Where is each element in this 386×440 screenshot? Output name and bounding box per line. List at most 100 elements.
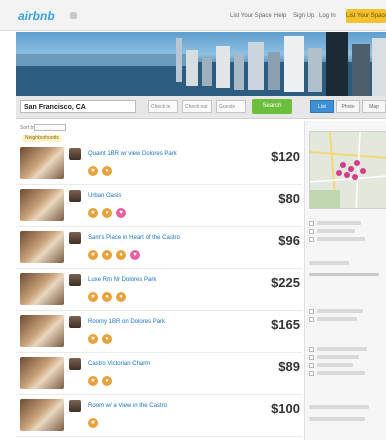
listing-price: $100	[271, 401, 300, 416]
host-avatar[interactable]	[69, 148, 81, 160]
listing-photo[interactable]	[20, 315, 64, 347]
filter-option	[317, 363, 353, 367]
results-map[interactable]	[309, 131, 386, 209]
listing-title[interactable]: Roomy 1BR on Dolores Park	[88, 318, 165, 326]
star-badge-icon: ★	[88, 418, 98, 428]
map-pin-icon[interactable]	[344, 172, 350, 178]
verified-badge-icon: ●	[116, 250, 126, 260]
tab-list-view[interactable]: List	[310, 100, 334, 113]
map-pin-icon[interactable]	[360, 168, 366, 174]
filter-checkbox[interactable]	[309, 309, 314, 314]
tab-photo-view[interactable]: Photo	[336, 100, 360, 113]
map-pin-icon[interactable]	[348, 166, 354, 172]
listing-title[interactable]: Urban Oasis	[88, 192, 121, 200]
city-skyline-illustration	[16, 32, 386, 96]
listing-price: $120	[271, 149, 300, 164]
filter-checkbox[interactable]	[309, 221, 314, 226]
star-badge-icon: ★	[88, 334, 98, 344]
search-bar: San Francisco, CA Check in Check out Gue…	[16, 96, 386, 119]
nav-link-login[interactable]: Log In	[319, 12, 336, 20]
nav-link-list-space[interactable]: List Your Space	[230, 12, 272, 20]
filter-checkbox[interactable]	[309, 317, 314, 322]
checkin-field[interactable]: Check in	[148, 100, 178, 113]
search-button[interactable]: Search	[252, 99, 292, 114]
star-badge-icon: ★	[88, 292, 98, 302]
filter-option	[317, 229, 355, 233]
listing-price: $225	[271, 275, 300, 290]
filter-checkbox[interactable]	[309, 237, 314, 242]
nav-link-help[interactable]: Help	[274, 12, 286, 20]
filter-option	[317, 347, 367, 351]
sort-dropdown[interactable]	[34, 124, 66, 131]
map-pin-icon[interactable]	[352, 174, 358, 180]
filter-option	[317, 317, 357, 321]
filter-option	[317, 309, 363, 313]
filter-section	[309, 405, 369, 409]
listing-row[interactable]: Castro Victorian Charm ★ ● $89	[16, 353, 302, 395]
host-avatar[interactable]	[69, 232, 81, 244]
filter-checkbox[interactable]	[309, 347, 314, 352]
filter-section	[309, 417, 365, 421]
listing-title[interactable]: Castro Victorian Charm	[88, 360, 150, 368]
superhost-badge-icon: ●	[102, 292, 112, 302]
tab-map-view[interactable]: Map	[362, 100, 386, 113]
location-input[interactable]: San Francisco, CA	[20, 100, 136, 113]
verified-badge-icon: ●	[116, 292, 126, 302]
filters-sidebar	[304, 121, 386, 440]
host-avatar[interactable]	[69, 400, 81, 412]
map-pin-icon[interactable]	[336, 170, 342, 176]
listing-photo[interactable]	[20, 189, 64, 221]
site-logo[interactable]: airbnb	[18, 9, 55, 23]
listing-title[interactable]: Luxe Rm Nr Dolores Park	[88, 276, 156, 284]
host-avatar[interactable]	[69, 190, 81, 202]
host-avatar[interactable]	[69, 316, 81, 328]
listing-photo[interactable]	[20, 231, 64, 263]
map-pin-icon[interactable]	[340, 162, 346, 168]
listing-title[interactable]: Sam's Place in Heart of the Castro	[88, 234, 180, 242]
list-space-button[interactable]: List Your Space	[346, 9, 386, 23]
listing-results: Quaint 1BR w/ view Dolores Park ★ ● $120…	[16, 143, 302, 440]
sort-bar: Sort by Neighborhoods	[16, 121, 302, 143]
superhost-badge-icon: ●	[102, 250, 112, 260]
heart-badge-icon: ♥	[130, 250, 140, 260]
neighborhood-filter-chip[interactable]: Neighborhoods	[22, 135, 62, 142]
filter-option	[317, 371, 365, 375]
filter-option	[317, 221, 361, 225]
filter-checkbox[interactable]	[309, 371, 314, 376]
host-avatar[interactable]	[69, 274, 81, 286]
superhost-badge-icon: ●	[102, 376, 112, 386]
map-pin-icon[interactable]	[354, 160, 360, 166]
listing-photo[interactable]	[20, 357, 64, 389]
listing-row[interactable]: Luxe Rm Nr Dolores Park ★ ● ● $225	[16, 269, 302, 311]
star-badge-icon: ★	[88, 376, 98, 386]
listing-row[interactable]: Urban Oasis ★ ● ♥ $80	[16, 185, 302, 227]
listing-price: $89	[278, 359, 300, 374]
filter-checkbox[interactable]	[309, 355, 314, 360]
filter-option	[317, 237, 365, 241]
superhost-badge-icon: ●	[102, 208, 112, 218]
listing-photo[interactable]	[20, 399, 64, 431]
price-slider[interactable]	[309, 273, 379, 276]
listing-photo[interactable]	[20, 273, 64, 305]
guests-select[interactable]: Guests	[216, 100, 246, 113]
listing-title[interactable]: Quaint 1BR w/ view Dolores Park	[88, 150, 177, 158]
listing-price: $96	[278, 233, 300, 248]
listing-price: $80	[278, 191, 300, 206]
nav-link-signup[interactable]: Sign Up	[293, 12, 314, 20]
top-navigation: airbnb List Your Space Help Sign Up Log …	[0, 0, 386, 31]
listing-row[interactable]: Roomy 1BR on Dolores Park ★ ● $165	[16, 311, 302, 353]
price-filter-heading	[309, 261, 349, 265]
listing-photo[interactable]	[20, 147, 64, 179]
listing-row[interactable]: Quaint 1BR w/ view Dolores Park ★ ● $120	[16, 143, 302, 185]
hero-banner-image	[16, 32, 386, 96]
checkout-field[interactable]: Check out	[182, 100, 212, 113]
filter-checkbox[interactable]	[309, 229, 314, 234]
star-badge-icon: ★	[88, 208, 98, 218]
listing-row[interactable]: Room w/ a View in the Castro ★ $100	[16, 395, 302, 437]
listing-title[interactable]: Room w/ a View in the Castro	[88, 402, 167, 410]
globe-icon[interactable]	[70, 12, 77, 19]
filter-checkbox[interactable]	[309, 363, 314, 368]
listing-price: $165	[271, 317, 300, 332]
listing-row[interactable]: Sam's Place in Heart of the Castro ★ ● ●…	[16, 227, 302, 269]
host-avatar[interactable]	[69, 358, 81, 370]
